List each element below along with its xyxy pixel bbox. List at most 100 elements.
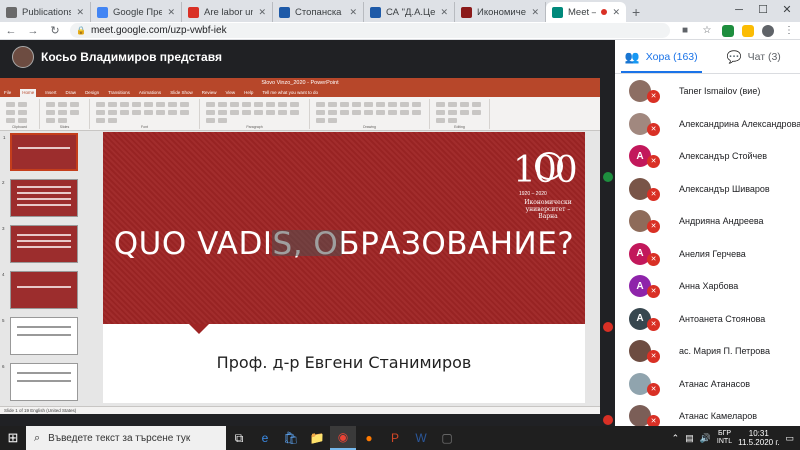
participant-row[interactable]: ✕ Атанас Атанасов bbox=[615, 368, 800, 401]
ppt-ribbon-button[interactable] bbox=[388, 110, 397, 115]
ppt-menu-item[interactable]: View bbox=[225, 89, 235, 97]
ppt-ribbon-button[interactable] bbox=[328, 110, 337, 115]
ppt-ribbon-button[interactable] bbox=[376, 110, 385, 115]
ppt-ribbon-button[interactable] bbox=[412, 110, 421, 115]
ppt-ribbon-button[interactable] bbox=[290, 110, 299, 115]
address-bar[interactable]: 🔒 meet.google.com/uzp-vwbf-iek bbox=[70, 23, 670, 38]
firefox-icon[interactable]: ● bbox=[356, 426, 382, 450]
ppt-ribbon-button[interactable] bbox=[448, 118, 457, 123]
ppt-ribbon-button[interactable] bbox=[388, 102, 397, 107]
taskbar-clock[interactable]: 10:31 11.5.2020 г. bbox=[738, 429, 779, 447]
ppt-ribbon-button[interactable] bbox=[290, 102, 299, 107]
ppt-ribbon-button[interactable] bbox=[460, 110, 469, 115]
browser-tab[interactable]: Publications ✕ bbox=[0, 2, 91, 22]
ppt-ribbon-button[interactable] bbox=[6, 118, 15, 123]
browser-tab[interactable]: СА "Д.А.Ценов" ✕ bbox=[364, 2, 455, 22]
ppt-ribbon-button[interactable] bbox=[472, 110, 481, 115]
ppt-ribbon-button[interactable] bbox=[180, 110, 189, 115]
ppt-ribbon-button[interactable] bbox=[436, 102, 445, 107]
ppt-ribbon-button[interactable] bbox=[316, 110, 325, 115]
ppt-ribbon-button[interactable] bbox=[278, 110, 287, 115]
ppt-ribbon-button[interactable] bbox=[230, 102, 239, 107]
ppt-menu-item[interactable]: Help bbox=[244, 89, 253, 97]
ppt-menu-item[interactable]: Transitions bbox=[108, 89, 130, 97]
ppt-ribbon-button[interactable] bbox=[156, 110, 165, 115]
ppt-menu-item[interactable]: Home bbox=[20, 89, 37, 97]
slide-thumbnail[interactable]: 2 bbox=[2, 179, 78, 217]
ppt-ribbon-button[interactable] bbox=[364, 102, 373, 107]
ppt-ribbon-button[interactable] bbox=[400, 110, 409, 115]
ppt-ribbon-button[interactable] bbox=[168, 102, 177, 107]
ppt-ribbon-button[interactable] bbox=[96, 102, 105, 107]
ppt-ribbon-button[interactable] bbox=[108, 102, 117, 107]
ppt-ribbon-button[interactable] bbox=[6, 102, 15, 107]
slide-thumbnail[interactable]: 1 bbox=[3, 133, 78, 171]
close-tab-icon[interactable]: ✕ bbox=[76, 7, 84, 18]
close-tab-icon[interactable]: ✕ bbox=[531, 7, 539, 18]
ppt-ribbon-button[interactable] bbox=[328, 102, 337, 107]
ppt-ribbon-button[interactable] bbox=[132, 110, 141, 115]
participant-row[interactable]: ✕ Taner Ismailov (вие) bbox=[615, 75, 800, 108]
browser-tab[interactable]: Стопанска академ ✕ bbox=[273, 2, 364, 22]
participant-row[interactable]: ✕ Александър Шиваров bbox=[615, 173, 800, 206]
browser-tab[interactable]: Are labor unions ✕ bbox=[182, 2, 273, 22]
participant-row[interactable]: А ✕ Анелия Герчева bbox=[615, 238, 800, 271]
ppt-menu-item[interactable]: Animations bbox=[139, 89, 161, 97]
ppt-ribbon-button[interactable] bbox=[254, 102, 263, 107]
ppt-menu-item[interactable]: File bbox=[4, 89, 11, 97]
ppt-ribbon-button[interactable] bbox=[168, 110, 177, 115]
camera-icon[interactable]: ■ bbox=[678, 24, 692, 38]
ppt-ribbon-button[interactable] bbox=[46, 118, 55, 123]
powerpoint-icon[interactable]: P bbox=[382, 426, 408, 450]
ppt-ribbon-button[interactable] bbox=[218, 102, 227, 107]
ppt-ribbon-button[interactable] bbox=[156, 102, 165, 107]
slide-thumbnail[interactable]: 4 bbox=[2, 271, 78, 309]
ppt-ribbon-button[interactable] bbox=[352, 110, 361, 115]
network-icon[interactable]: ▤ bbox=[685, 433, 694, 444]
ppt-ribbon-button[interactable] bbox=[460, 102, 469, 107]
ppt-ribbon-button[interactable] bbox=[180, 102, 189, 107]
ppt-tell-me[interactable]: Tell me what you want to do bbox=[262, 89, 318, 97]
store-icon[interactable]: 🛍 bbox=[278, 426, 304, 450]
ppt-ribbon-button[interactable] bbox=[242, 110, 251, 115]
ppt-ribbon-button[interactable] bbox=[46, 102, 55, 107]
ppt-ribbon-button[interactable] bbox=[46, 110, 55, 115]
ppt-ribbon-button[interactable] bbox=[96, 110, 105, 115]
ppt-ribbon-button[interactable] bbox=[18, 118, 27, 123]
ppt-ribbon-button[interactable] bbox=[266, 110, 275, 115]
edge-icon[interactable]: e bbox=[252, 426, 278, 450]
ppt-ribbon-button[interactable] bbox=[316, 102, 325, 107]
extension-icon[interactable] bbox=[742, 24, 754, 37]
ppt-ribbon-button[interactable] bbox=[58, 110, 67, 115]
ppt-menu-item[interactable]: Insert bbox=[45, 89, 56, 97]
ppt-menu-item[interactable]: Slide Show bbox=[170, 89, 193, 97]
participant-row[interactable]: А ✕ Антоанета Стоянова bbox=[615, 303, 800, 336]
ppt-ribbon-button[interactable] bbox=[132, 102, 141, 107]
tab-chat[interactable]: 💬 Чат (3) bbox=[708, 40, 800, 73]
ppt-ribbon-button[interactable] bbox=[206, 118, 215, 123]
language-indicator[interactable]: БГР INTL bbox=[717, 430, 732, 446]
ppt-ribbon-button[interactable] bbox=[206, 110, 215, 115]
slide-thumbnail[interactable]: 6 bbox=[2, 363, 78, 401]
ppt-ribbon-button[interactable] bbox=[472, 102, 481, 107]
ppt-ribbon-button[interactable] bbox=[108, 110, 117, 115]
ppt-ribbon-button[interactable] bbox=[70, 110, 79, 115]
ppt-ribbon-button[interactable] bbox=[144, 102, 153, 107]
browser-tab[interactable]: Google Преводач ✕ bbox=[91, 2, 182, 22]
extension-icon[interactable] bbox=[722, 24, 734, 37]
ppt-ribbon-button[interactable] bbox=[144, 110, 153, 115]
participant-row[interactable]: ✕ Андрияна Андреева bbox=[615, 205, 800, 238]
ppt-ribbon-button[interactable] bbox=[448, 110, 457, 115]
ppt-ribbon-button[interactable] bbox=[316, 118, 325, 123]
close-tab-icon[interactable]: ✕ bbox=[349, 7, 357, 18]
chrome-icon[interactable]: ◉ bbox=[330, 426, 356, 450]
participant-row[interactable]: ✕ Александрина Александрова bbox=[615, 108, 800, 141]
ppt-ribbon-button[interactable] bbox=[340, 110, 349, 115]
browser-tab[interactable]: Икономическа ✕ bbox=[455, 2, 546, 22]
back-icon[interactable]: ← bbox=[4, 25, 18, 37]
close-tab-icon[interactable]: ✕ bbox=[167, 7, 175, 18]
app-icon[interactable]: ▢ bbox=[434, 426, 460, 450]
close-tab-icon[interactable]: ✕ bbox=[440, 7, 448, 18]
ppt-ribbon-button[interactable] bbox=[58, 118, 67, 123]
ppt-ribbon-button[interactable] bbox=[6, 110, 15, 115]
